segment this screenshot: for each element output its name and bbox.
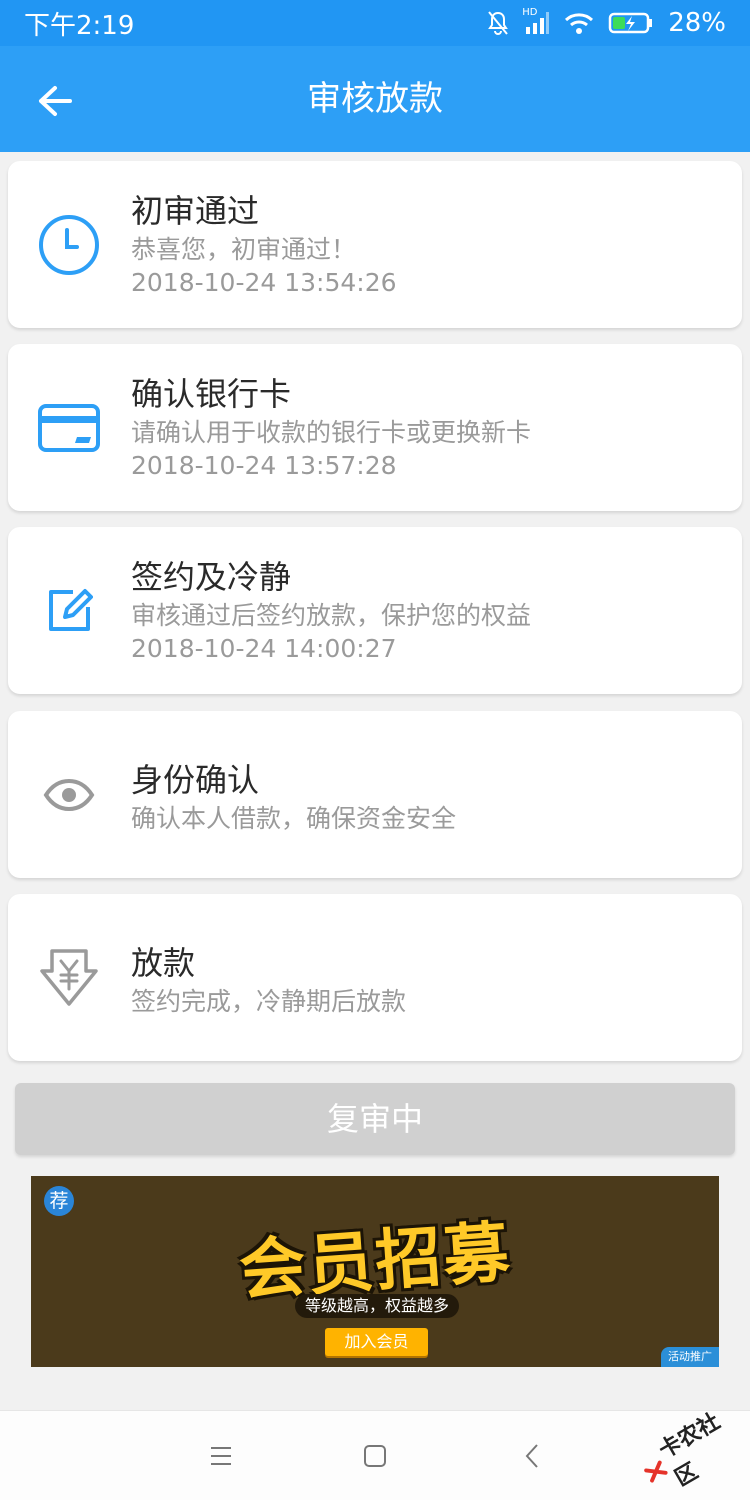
step-card-loan-release: 放款 签约完成，冷静期后放款: [8, 894, 742, 1061]
clock-icon: [36, 212, 102, 278]
menu-icon: [211, 1447, 231, 1465]
review-status-button[interactable]: 复审中: [15, 1083, 735, 1155]
step-time: 2018-10-24 14:00:27: [131, 634, 397, 663]
signal-icon: HD: [522, 7, 550, 35]
step-text: 签约及冷静 审核通过后签约放款，保护您的权益 2018-10-24 14:00:…: [131, 555, 722, 665]
bank-card-icon: [36, 395, 102, 461]
step-card-initial-review: 初审通过 恭喜您，初审通过！ 2018-10-24 13:54:26: [8, 161, 742, 328]
step-subtitle: 请确认用于收款的银行卡或更换新卡: [131, 418, 532, 447]
status-time: 下午2:19: [24, 10, 135, 41]
chevron-left-icon: [525, 1444, 538, 1468]
arrow-left-icon: [39, 86, 72, 116]
step-subtitle: 签约完成，冷静期后放款: [131, 987, 407, 1016]
step-time: 2018-10-24 13:54:26: [131, 268, 397, 297]
status-bar: 下午2:19 HD 28%: [0, 0, 750, 46]
yuan-download-icon: [36, 945, 102, 1011]
edit-icon: [36, 578, 102, 644]
step-text: 初审通过 恭喜您，初审通过！ 2018-10-24 13:54:26: [131, 189, 722, 299]
step-subtitle: 确认本人借款，确保资金安全: [131, 804, 457, 833]
step-text: 放款 签约完成，冷静期后放款: [131, 941, 722, 1018]
step-title: 放款: [131, 944, 196, 982]
home-button[interactable]: [355, 1439, 395, 1473]
menu-button[interactable]: [201, 1439, 241, 1473]
step-card-sign-cooling: 签约及冷静 审核通过后签约放款，保护您的权益 2018-10-24 14:00:…: [8, 527, 742, 694]
eye-icon: [36, 762, 102, 828]
step-subtitle: 恭喜您，初审通过！: [131, 235, 357, 264]
home-square-icon: [364, 1445, 386, 1467]
wifi-icon: [564, 11, 594, 35]
network-label: HD: [522, 7, 538, 18]
step-text: 确认银行卡 请确认用于收款的银行卡或更换新卡 2018-10-24 13:57:…: [131, 372, 722, 482]
page-title: 审核放款: [307, 79, 443, 119]
battery-percent: 28%: [668, 8, 726, 38]
step-title: 签约及冷静: [131, 558, 292, 596]
mute-bell-icon: [486, 10, 510, 36]
step-time: 2018-10-24 13:57:28: [131, 451, 397, 480]
step-title: 确认银行卡: [131, 375, 292, 413]
promo-banner[interactable]: 荐 会员招募 等级越高，权益越多 加入会员 活动推广: [31, 1176, 719, 1367]
promo-tag: 活动推广: [661, 1347, 719, 1367]
back-nav-button[interactable]: [512, 1439, 552, 1473]
step-card-identity-confirm: 身份确认 确认本人借款，确保资金安全: [8, 711, 742, 878]
status-icons: HD 28%: [486, 7, 726, 38]
step-title: 身份确认: [131, 761, 260, 799]
back-button[interactable]: [30, 76, 80, 126]
join-member-button[interactable]: 加入会员: [325, 1328, 428, 1356]
step-text: 身份确认 确认本人借款，确保资金安全: [131, 758, 722, 835]
step-title: 初审通过: [131, 192, 260, 230]
recommend-badge: 荐: [44, 1186, 74, 1216]
app-bar: 审核放款: [0, 46, 750, 152]
banner-slogan: 等级越高，权益越多: [295, 1294, 459, 1318]
step-subtitle: 审核通过后签约放款，保护您的权益: [131, 601, 532, 630]
battery-icon: [608, 11, 654, 35]
step-card-confirm-bank-card: 确认银行卡 请确认用于收款的银行卡或更换新卡 2018-10-24 13:57:…: [8, 344, 742, 511]
